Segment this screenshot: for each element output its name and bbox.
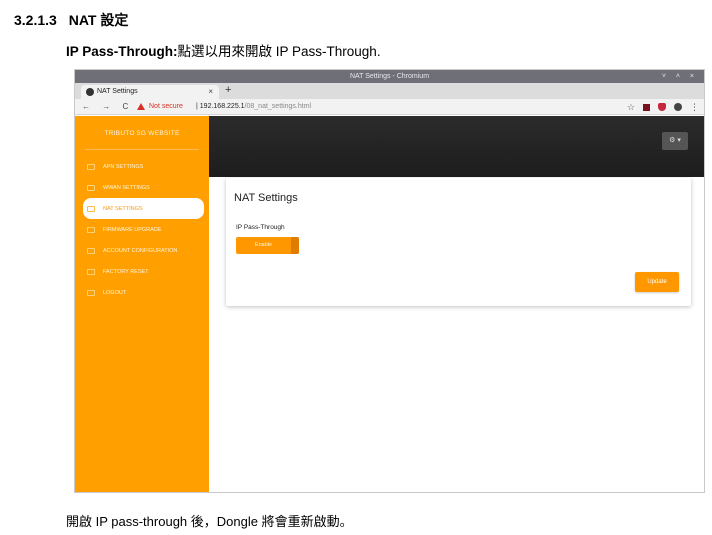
box-icon	[87, 289, 95, 296]
browser-screenshot: NAT Settings - Chromium ˅ ˄ × NAT Settin…	[74, 69, 705, 493]
toggle-label: Enable	[254, 242, 273, 248]
sidebar-item-label: FIRMWARE UPGRADE	[103, 226, 162, 233]
address-bar: ← → C Not secure | 192.168.225.1/08_nat_…	[75, 99, 704, 115]
account-icon[interactable]	[674, 103, 682, 111]
sidebar-item-account-configuration[interactable]: ACCOUNT CONFIGURATION	[83, 240, 204, 261]
settings-menu-button[interactable]: ⚙ ▾	[662, 132, 688, 150]
bookmark-star-icon[interactable]: ☆	[627, 99, 635, 115]
sidebar-item-logout[interactable]: LOGOUT	[83, 282, 204, 303]
intro-bold-label: IP Pass-Through:	[66, 44, 178, 59]
window-controls[interactable]: ˅ ˄ ×	[662, 70, 698, 83]
url-host: 192.168.225.1	[199, 103, 245, 110]
update-button[interactable]: Update	[635, 272, 679, 292]
sidebar-divider	[85, 149, 199, 150]
url-field[interactable]: | 192.168.225.1/08_nat_settings.html	[196, 99, 311, 115]
sidebar-item-label: FACTORY RESET	[103, 268, 149, 275]
page-viewport: TRIBUTO 5G WEBSITE APN SETTINGS WWAN SET…	[75, 116, 704, 492]
not-secure-label[interactable]: Not secure	[149, 99, 183, 115]
toolbar-icons: ☆ ⋮	[627, 99, 699, 115]
extension-icon[interactable]	[643, 103, 650, 111]
box-icon	[87, 205, 95, 212]
card-title: NAT Settings	[234, 192, 298, 204]
intro-text: 點選以用來開啟 IP Pass-Through.	[177, 44, 381, 59]
browser-menu-icon[interactable]: ⋮	[690, 99, 699, 115]
box-icon	[87, 163, 95, 170]
new-tab-button[interactable]: +	[225, 84, 231, 96]
box-icon	[87, 184, 95, 191]
sidebar-item-label: LOGOUT	[103, 289, 127, 296]
shield-extension-icon[interactable]	[658, 103, 666, 111]
sidebar-item-label: ACCOUNT CONFIGURATION	[103, 247, 178, 254]
tab-strip: NAT Settings × +	[75, 83, 704, 99]
sidebar-item-nat-settings[interactable]: NAT SETTINGS	[83, 198, 204, 219]
section-number: 3.2.1.3	[14, 12, 57, 28]
window-titlebar: NAT Settings - Chromium ˅ ˄ ×	[75, 70, 704, 83]
section-title: NAT 設定	[68, 12, 129, 28]
url-path: /08_nat_settings.html	[244, 103, 312, 110]
site-icon	[86, 88, 94, 96]
tab-close-icon[interactable]: ×	[208, 85, 213, 99]
sidebar: TRIBUTO 5G WEBSITE APN SETTINGS WWAN SET…	[75, 116, 209, 492]
header-band: ⚙ ▾	[209, 116, 704, 177]
box-icon	[87, 268, 95, 275]
sidebar-item-factory-reset[interactable]: FACTORY RESET	[83, 261, 204, 282]
nat-settings-card: NAT Settings IP Pass-Through Enable Upda…	[226, 178, 691, 306]
sidebar-item-label: APN SETTINGS	[103, 163, 144, 170]
section-heading: 3.2.1.3 NAT 設定	[14, 10, 128, 30]
tab-nat-settings[interactable]: NAT Settings ×	[81, 85, 219, 99]
sidebar-item-wwan-settings[interactable]: WWAN SETTINGS	[83, 177, 204, 198]
intro-paragraph: IP Pass-Through:點選以用來開啟 IP Pass-Through.	[66, 40, 381, 60]
nav-buttons[interactable]: ← → C	[82, 99, 133, 115]
box-icon	[87, 247, 95, 254]
ip-pass-through-label: IP Pass-Through	[236, 224, 285, 231]
url-separator: |	[196, 103, 198, 110]
sidebar-item-label: WWAN SETTINGS	[103, 184, 150, 191]
footer-note: 開啟 IP pass-through 後，Dongle 將會重新啟動。	[66, 514, 353, 529]
window-title: NAT Settings - Chromium	[349, 73, 430, 80]
sidebar-item-firmware-upgrade[interactable]: FIRMWARE UPGRADE	[83, 219, 204, 240]
sidebar-item-apn-settings[interactable]: APN SETTINGS	[83, 156, 204, 177]
toggle-knob	[291, 237, 299, 254]
warning-icon	[137, 103, 145, 110]
ip-pass-through-toggle[interactable]: Enable	[236, 237, 299, 254]
tab-title: NAT Settings	[97, 88, 138, 95]
box-icon	[87, 226, 95, 233]
sidebar-item-label: NAT SETTINGS	[103, 205, 143, 212]
site-title: TRIBUTO 5G WEBSITE	[104, 130, 180, 137]
